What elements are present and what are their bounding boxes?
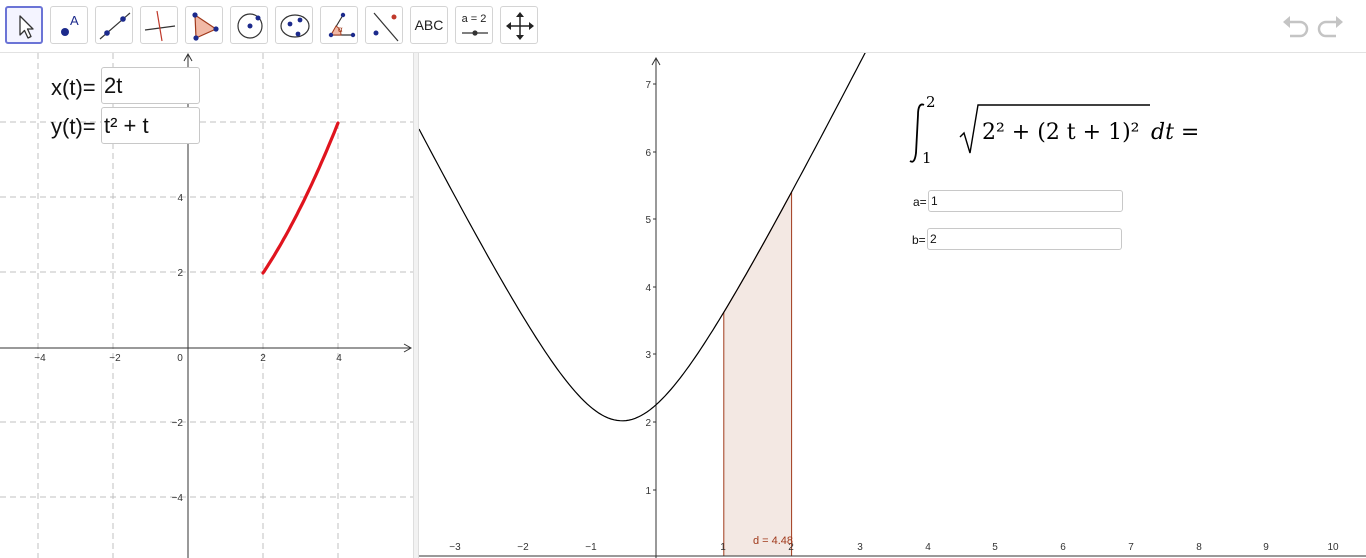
- x-tick-label: 4: [336, 353, 342, 364]
- ellipse-icon: [280, 14, 310, 38]
- move-graphics-view-button[interactable]: [500, 6, 538, 44]
- y-tick-label: 2: [645, 418, 651, 429]
- text-tool-button[interactable]: ABC: [410, 6, 448, 44]
- move-arrows-icon: [506, 12, 534, 40]
- x-tick-label: 3: [857, 542, 863, 553]
- toolbar: A α ABC a = 2: [0, 0, 1366, 53]
- conic-tool-button[interactable]: [275, 6, 313, 44]
- move-tool-button[interactable]: [5, 6, 43, 44]
- x-tick-label: 8: [1196, 542, 1202, 553]
- parametric-curve[interactable]: [261, 121, 340, 275]
- point-icon: A: [61, 13, 79, 36]
- x-tick-label: 0: [177, 353, 183, 364]
- x-tick-label: 6: [1060, 542, 1066, 553]
- circle-tool-button[interactable]: [230, 6, 268, 44]
- integrand-expression: 2² + (2 t + 1)²: [982, 120, 1139, 145]
- x-tick-labels: −3 −2 −1 1 2 3 4 5 6 7 8 9 10: [449, 542, 1339, 553]
- slider-icon: [462, 30, 488, 36]
- line-through-points-icon: [99, 12, 131, 40]
- y-tick-label: 7: [645, 80, 651, 91]
- integral-shaded-region[interactable]: [723, 190, 793, 557]
- x-tick-label: 7: [1128, 542, 1134, 553]
- text-tool-label: ABC: [414, 17, 444, 33]
- slider-tool-button[interactable]: a = 2: [455, 6, 493, 44]
- circle-center-point-icon: [237, 13, 263, 39]
- x-axis: [0, 343, 413, 353]
- redo-button[interactable]: [1316, 12, 1346, 40]
- perpendicular-line-icon: [144, 10, 176, 42]
- undo-button[interactable]: [1280, 12, 1310, 40]
- graphics-view-1[interactable]: −4 −2 0 2 4 4 2 −2 −4 x(t)= y(t)=: [0, 53, 413, 558]
- integral-upper-limit: 2: [926, 93, 936, 111]
- point-tool-button[interactable]: A: [50, 6, 88, 44]
- a-slider-label: a=: [913, 195, 927, 209]
- angle-alpha-text: α: [338, 25, 343, 34]
- x-tick-label: 2: [260, 353, 266, 364]
- angle-tool-button[interactable]: α: [320, 6, 358, 44]
- x-tick-label: −1: [585, 542, 597, 553]
- y-tick-label: 2: [177, 268, 183, 279]
- reflect-tool-button[interactable]: [365, 6, 403, 44]
- graphics-view-2[interactable]: −3 −2 −1 1 2 3 4 5 6 7 8 9 10 7 6 5 4 3 …: [419, 53, 1366, 558]
- integral-suffix: dt =: [1151, 120, 1199, 145]
- angle-icon: α: [328, 12, 356, 38]
- y-axis: [651, 56, 661, 558]
- line-tool-button[interactable]: [95, 6, 133, 44]
- y-tick-label: 4: [645, 283, 651, 294]
- y-tick-label: 3: [645, 350, 651, 361]
- y-tick-label: 1: [645, 486, 651, 497]
- x-function-label: x(t)=: [51, 75, 96, 100]
- x-tick-label: 1: [720, 542, 726, 553]
- polygon-tool-button[interactable]: [185, 6, 223, 44]
- undo-icon: [1283, 16, 1309, 38]
- point-label-text: A: [70, 13, 79, 28]
- x-tick-label: −2: [109, 353, 121, 364]
- y-tick-label: −4: [172, 493, 184, 504]
- reflect-about-line-icon: [373, 12, 399, 42]
- a-input[interactable]: [928, 190, 1123, 212]
- integral-lower-limit: 1: [922, 149, 932, 167]
- x-tick-label: 9: [1263, 542, 1269, 553]
- y-function-label: y(t)=: [51, 114, 96, 139]
- x-tick-label: 4: [925, 542, 931, 553]
- y-tick-label: 5: [645, 215, 651, 226]
- redo-icon: [1317, 16, 1343, 38]
- y-function-input[interactable]: [101, 107, 200, 144]
- arc-length-integral-formula: 2 1 2² + (2 t + 1)² dt =: [909, 93, 1199, 167]
- y-tick-label: −2: [172, 418, 184, 429]
- b-input[interactable]: [927, 228, 1122, 250]
- b-slider-label: b=: [912, 233, 926, 247]
- x-tick-label: 10: [1327, 542, 1339, 553]
- x-tick-label: −2: [517, 542, 529, 553]
- y-tick-labels: 7 6 5 4 3 2 1: [645, 80, 651, 497]
- y-tick-label: 6: [645, 148, 651, 159]
- cursor-arrow-icon: [19, 15, 34, 39]
- integral-value-label: d = 4.48: [753, 535, 793, 547]
- integrand-curve[interactable]: [419, 53, 866, 422]
- x-tick-label: 5: [992, 542, 998, 553]
- perpendicular-line-tool-button[interactable]: [140, 6, 178, 44]
- polygon-icon: [192, 12, 219, 41]
- x-tick-label: −4: [34, 353, 46, 364]
- x-function-input[interactable]: [101, 67, 200, 104]
- x-tick-label: −3: [449, 542, 461, 553]
- y-tick-label: 4: [177, 193, 183, 204]
